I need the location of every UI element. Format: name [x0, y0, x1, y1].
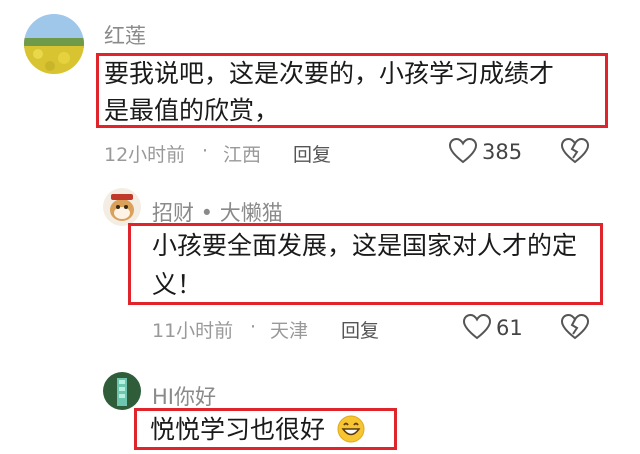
broken-heart-icon[interactable]	[560, 137, 590, 165]
avatar[interactable]	[103, 188, 141, 226]
broken-heart-icon[interactable]	[560, 313, 590, 341]
comment-time: 11小时前	[152, 320, 234, 342]
emoji-grin-icon	[336, 414, 366, 444]
avatar[interactable]	[24, 14, 84, 74]
meta-separator: ·	[250, 316, 257, 338]
comment-username[interactable]: HI你好	[152, 381, 216, 411]
comment-username[interactable]: 红莲	[104, 20, 146, 50]
reply-button[interactable]: 回复	[341, 316, 379, 343]
comment-text-line: 是最值的欣赏，	[104, 96, 280, 125]
comment-text-line: 小孩要全面发展，这是国家对人才的定	[152, 231, 578, 260]
heart-icon[interactable]	[462, 313, 492, 341]
comment-text-line: 要我说吧，这是次要的，小孩学习成绩才	[104, 59, 555, 88]
meta-separator: ·	[202, 140, 209, 162]
comment-text-line: 义！	[152, 270, 203, 299]
comment-location: 江西	[223, 144, 262, 166]
like-count: 61	[496, 316, 523, 340]
avatar[interactable]	[103, 372, 141, 410]
comment-location: 天津	[270, 320, 309, 342]
reply-button[interactable]: 回复	[293, 140, 331, 167]
comment-text-line: 悦悦学习也很好	[150, 415, 326, 444]
heart-icon[interactable]	[448, 137, 478, 165]
like-count: 385	[482, 140, 523, 164]
comment-time: 12小时前	[104, 144, 186, 166]
